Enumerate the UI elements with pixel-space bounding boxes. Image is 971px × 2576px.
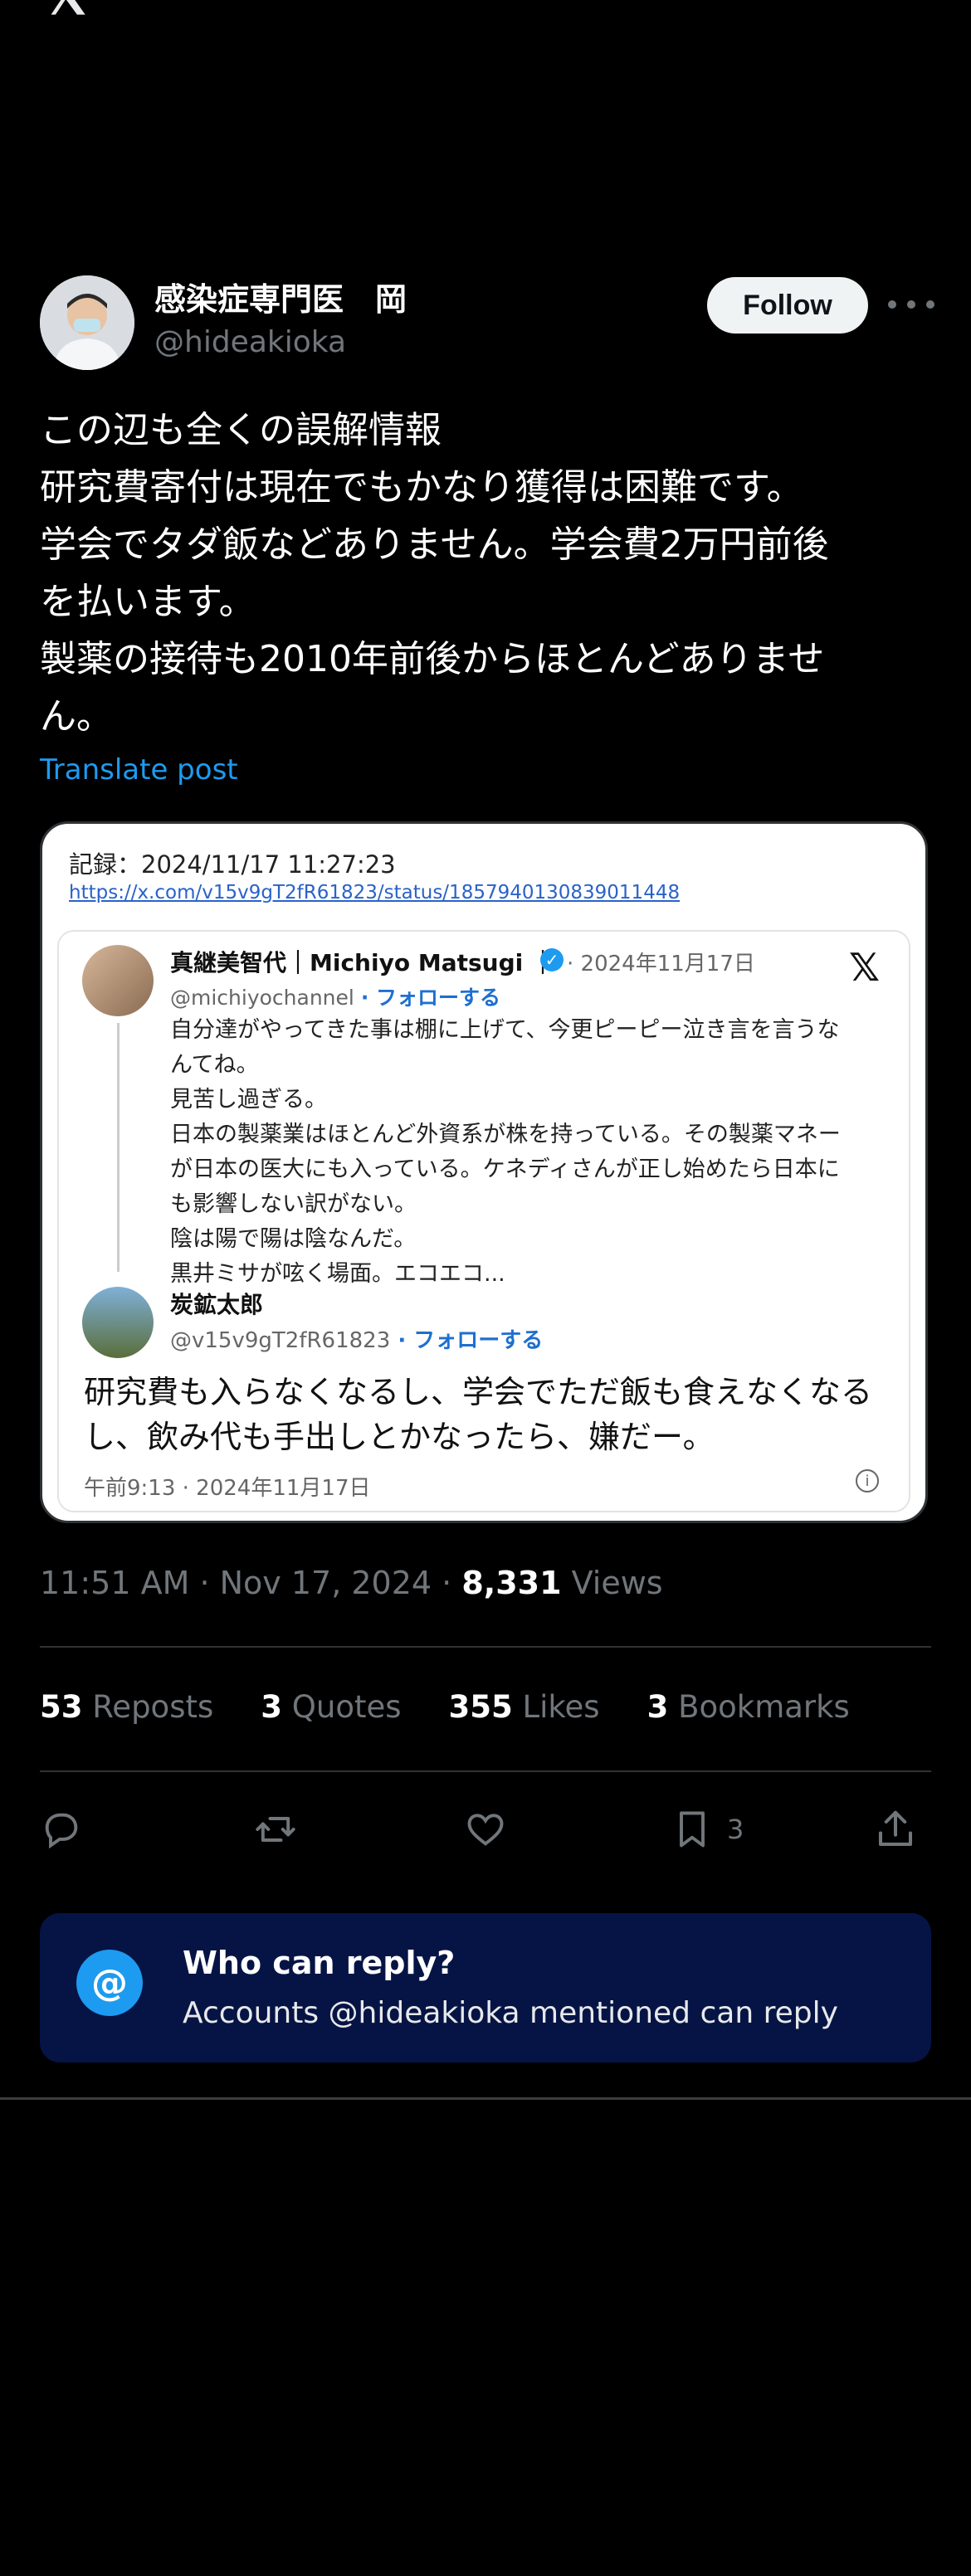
heart-icon [467, 1814, 504, 1846]
divider [0, 2097, 971, 2100]
bookmark-button[interactable]: 3 [671, 1800, 744, 1858]
author-name[interactable]: 感染症専門医 岡 [154, 274, 407, 319]
post-image[interactable]: 記録：2024/11/17 11:27:23 https://x.com/v15… [40, 821, 928, 1523]
quote-line: 陰は陽で陽は陰なんだ。 [170, 1226, 417, 1252]
verified-badge-icon: ✓ [540, 948, 564, 971]
x-logo-icon: 𝕏 [849, 945, 881, 990]
share-button[interactable] [873, 1800, 918, 1858]
bookmark-icon [680, 1811, 705, 1848]
author-avatar[interactable] [40, 275, 134, 370]
quote-text: 自分達がやってきた事は棚に上げて、今更ピーピー泣き言を言うな んてね。 見苦し過… [170, 1013, 884, 1292]
at-icon: @ [76, 1950, 143, 2016]
quotes-stat[interactable]: 3 Quotes [261, 1689, 401, 1725]
x-logo-icon[interactable] [40, 0, 95, 18]
post-meta: 11:51 AM · Nov 17, 2024 · 8,331 Views [40, 1565, 663, 1601]
reply-button[interactable] [40, 1800, 83, 1858]
repost-icon [256, 1817, 295, 1842]
quote-handle: @michiyochannel · フォローする [170, 986, 501, 1010]
quote-author-name: 真継美智代｜Michiyo Matsugi ｜ [170, 949, 554, 976]
thread-line [117, 1023, 120, 1272]
quote-follow: · フォローする [360, 986, 501, 1010]
quote-line: 黒井ミサが呟く場面。エコエコ... [170, 1261, 505, 1287]
divider [40, 1770, 931, 1772]
quote-line: 自分達がやってきた事は棚に上げて、今更ピーピー泣き言を言うな [170, 1017, 840, 1043]
post-line: この辺も全くの誤解情報 [40, 409, 442, 451]
quote-date: · 2024年11月17日 [567, 952, 755, 976]
reply-icon [45, 1813, 78, 1849]
quote-line: が日本の医大にも入っている。ケネディさんが正し始めたら日本に [170, 1157, 840, 1182]
share-icon [878, 1810, 913, 1847]
action-bar: 3 [40, 1800, 931, 1858]
post-line: 研究費寄付は現在でもかなり獲得は困難です。 [40, 466, 803, 509]
repost-button[interactable] [252, 1800, 299, 1858]
post-text: この辺も全くの誤解情報 研究費寄付は現在でもかなり獲得は困難です。 学会でタダ飯… [40, 402, 928, 745]
reply-time: 午前9:13 · 2024年11月17日 [84, 1476, 371, 1501]
reply-avatar [82, 1287, 154, 1358]
quote-avatar [82, 945, 154, 1016]
translate-post-link[interactable]: Translate post [40, 753, 238, 786]
post-line: 製薬の接待も2010年前後からほとんどありませ [40, 638, 825, 680]
record-timestamp: 記録：2024/11/17 11:27:23 [69, 850, 396, 879]
reply-text: 研究費も入らなくなるし、学会でただ飯も食えなくなる し、飲み代も手出しとかなった… [84, 1370, 897, 1459]
who-can-reply-box: @ Who can reply? Accounts @hideakioka me… [40, 1913, 931, 2062]
info-icon: i [856, 1469, 879, 1493]
like-button[interactable] [463, 1800, 508, 1858]
follow-button[interactable]: Follow [707, 277, 868, 334]
reposts-stat[interactable]: 53 Reposts [40, 1689, 213, 1725]
quote-line: 見苦し過ぎる。 [170, 1087, 327, 1113]
likes-stat[interactable]: 355 Likes [449, 1689, 600, 1725]
post-line: ん。 [40, 695, 113, 738]
bookmarks-stat[interactable]: 3 Bookmarks [647, 1689, 850, 1725]
post-line: を払います。 [40, 581, 256, 623]
bookmark-count: 3 [727, 1814, 744, 1845]
reply-line: し、飲み代も手出しとかなったら、嫌だー。 [84, 1419, 715, 1455]
views-count: 8,331 [461, 1565, 562, 1601]
quote-line: も影響しない訳がない。 [170, 1191, 417, 1217]
reply-author-name: 炭鉱太郎 [170, 1291, 264, 1318]
divider [40, 1646, 931, 1648]
reply-handle: @v15v9gT2fR61823 · フォローする [170, 1328, 544, 1353]
views-label: Views [561, 1565, 663, 1601]
quote-line: んてね。 [170, 1052, 259, 1078]
reply-restriction-subtitle: Accounts @hideakioka mentioned can reply [183, 1996, 838, 2030]
author-handle[interactable]: @hideakioka [154, 325, 346, 359]
avatar-image [40, 275, 134, 370]
reply-follow: · フォローする [390, 1328, 544, 1353]
embedded-tweet-card: 真継美智代｜Michiyo Matsugi ｜ ✓ · 2024年11月17日 … [57, 930, 910, 1512]
more-options-icon[interactable] [888, 290, 934, 319]
reply-line: 研究費も入らなくなるし、学会でただ飯も食えなくなる [84, 1374, 873, 1410]
post-time[interactable]: 11:51 AM · Nov 17, 2024 · [40, 1565, 461, 1601]
quote-line: 日本の製薬業はほとんど外資系が株を持っている。その製薬マネー [170, 1122, 841, 1147]
reply-restriction-title: Who can reply? [183, 1945, 456, 1981]
post-line: 学会でタダ飯などありません。学会費2万円前後 [40, 523, 829, 566]
engagement-stats: 53 Reposts 3 Quotes 355 Likes 3 Bookmark… [40, 1689, 850, 1725]
record-link: https://x.com/v15v9gT2fR61823/status/185… [69, 882, 681, 903]
